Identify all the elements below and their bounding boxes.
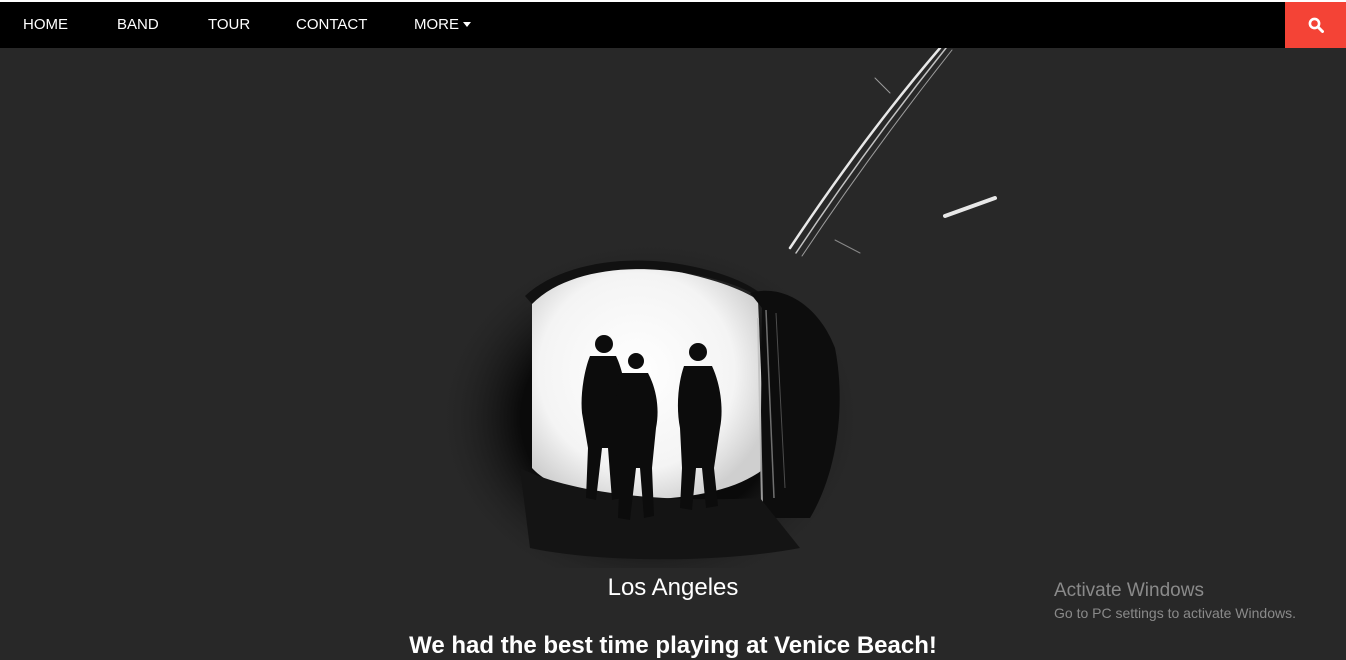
- light-streaks: [788, 48, 997, 257]
- nav-more-label: MORE: [414, 16, 459, 33]
- hero-text: We had the best time playing at Venice B…: [409, 632, 937, 659]
- nav-contact[interactable]: CONTACT: [296, 2, 367, 48]
- search-button[interactable]: [1285, 2, 1346, 48]
- hero-image: [440, 48, 997, 568]
- nav-tour[interactable]: TOUR: [208, 2, 250, 48]
- nav-tour-label: TOUR: [208, 16, 251, 33]
- nav-home[interactable]: HOME: [23, 2, 68, 48]
- nav-more-dropdown[interactable]: MORE: [414, 2, 471, 48]
- search-icon: [1308, 17, 1324, 33]
- caret-down-icon: [463, 21, 471, 27]
- windows-watermark-subtitle: Go to PC settings to activate Windows.: [1054, 605, 1296, 621]
- nav-band[interactable]: BAND: [117, 2, 159, 48]
- navbar: HOME BAND TOUR CONTACT MORE: [0, 2, 1346, 48]
- nav-contact-label: CONTACT: [296, 16, 368, 33]
- windows-watermark-title: Activate Windows: [1054, 580, 1204, 601]
- nav-band-label: BAND: [117, 16, 159, 33]
- nav-home-label: HOME: [23, 16, 68, 33]
